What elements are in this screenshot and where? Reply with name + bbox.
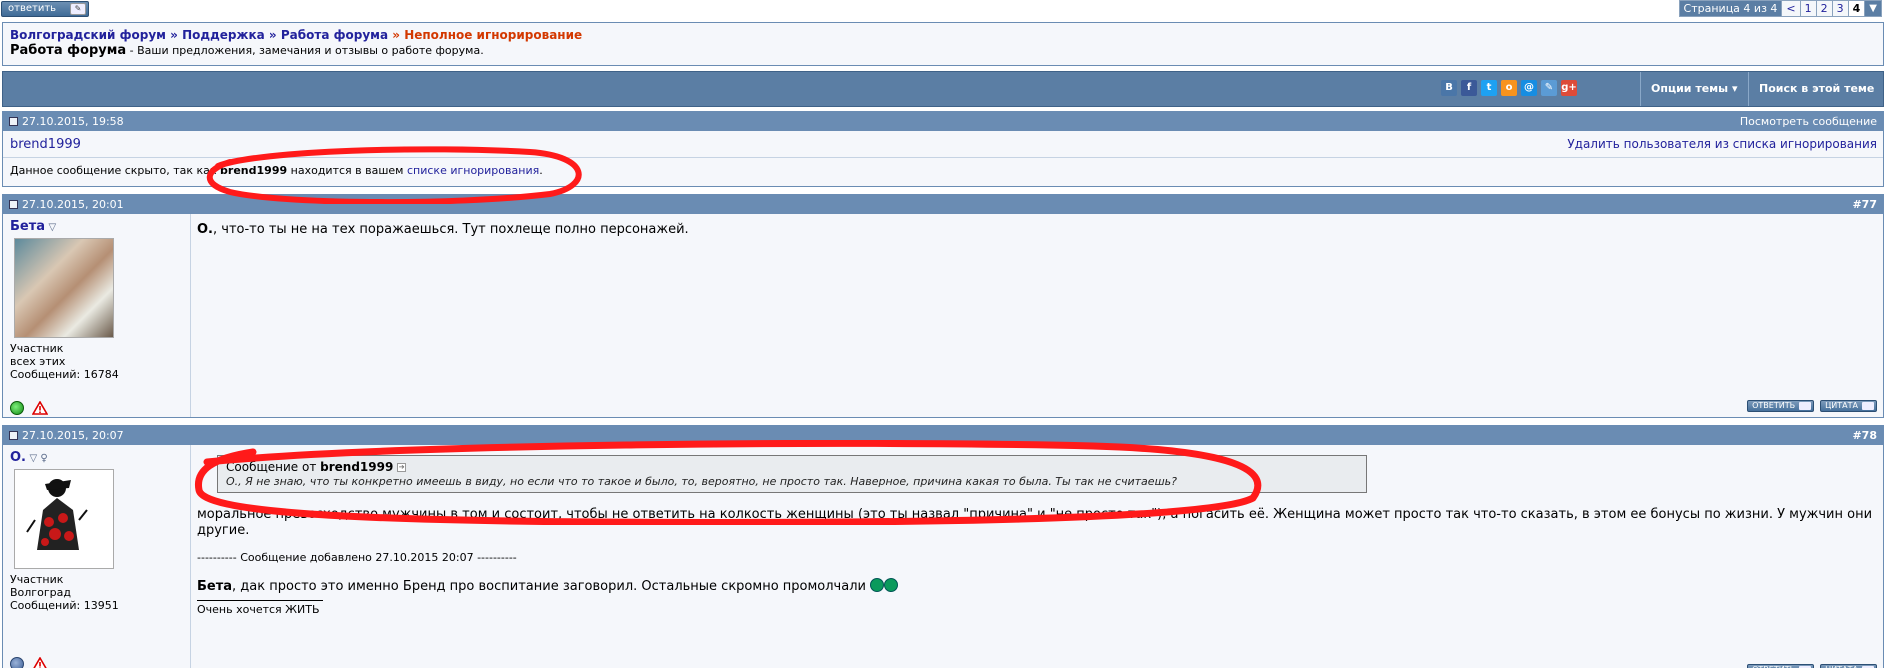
- page-label: Страница 4 из 4: [1679, 1, 1782, 16]
- username-link[interactable]: Бета: [10, 219, 45, 234]
- ignored-text-end: .: [539, 164, 543, 177]
- reply-thread-label: ответить: [8, 3, 57, 14]
- odnoklassniki-share-icon[interactable]: o: [1501, 80, 1517, 96]
- mailru-share-icon[interactable]: @: [1521, 80, 1537, 96]
- breadcrumb-link-forum[interactable]: Работа форума: [281, 28, 388, 42]
- post-header: 27.10.2015, 20:01 #77: [3, 195, 1883, 214]
- avatar-image: [26, 479, 88, 550]
- post-content: Сообщение от brend1999 ➔ О., Я не знаю, …: [191, 445, 1883, 668]
- livejournal-share-icon[interactable]: ✎: [1541, 80, 1557, 96]
- post-date: 27.10.2015, 20:07: [22, 429, 124, 442]
- facebook-share-icon[interactable]: f: [1461, 80, 1477, 96]
- reply-icon: ✎: [70, 3, 86, 15]
- page-link-3[interactable]: 3: [1831, 1, 1848, 16]
- mention-bold: Бета: [197, 579, 233, 594]
- user-location: Волгоград: [10, 586, 71, 599]
- ignored-message: Данное сообщение скрыто, так как brend19…: [3, 158, 1883, 184]
- ignored-user-row: brend1999 Удалить пользователя из списка…: [3, 131, 1883, 158]
- post-header: 27.10.2015, 19:58 Посмотреть сообщение: [3, 112, 1883, 131]
- user-info: О. ▽ ♀ Участник Волгоград Сообщений: 139…: [3, 445, 191, 668]
- smiley-icon: [870, 578, 885, 592]
- quote-from-label: Сообщение от: [226, 460, 317, 474]
- ignored-text-middle: находится в вашем: [290, 164, 404, 177]
- reply-post-button[interactable]: ответить: [1747, 400, 1815, 412]
- breadcrumb-separator: »: [170, 28, 178, 42]
- thread-options-label: Опции темы: [1651, 82, 1729, 95]
- chevron-down-icon: ▾: [1731, 82, 1738, 95]
- page-link-1[interactable]: 1: [1799, 1, 1816, 16]
- merged-post-notice: ---------- Сообщение добавлено 27.10.201…: [197, 551, 517, 564]
- prev-page-link[interactable]: <: [1781, 1, 1800, 16]
- post-icon: [9, 200, 18, 209]
- thread-options-button[interactable]: Опции темы ▾: [1640, 72, 1748, 106]
- post-78: 27.10.2015, 20:07 #78 О. ▽ ♀ Участник Во…: [2, 425, 1884, 668]
- post-text: , что-то ты не на тех поражаешься. Тут п…: [213, 222, 689, 237]
- avatar[interactable]: [14, 238, 114, 338]
- breadcrumb: Волгоградский форум » Поддержка » Работа…: [2, 22, 1884, 66]
- ignored-username[interactable]: brend1999: [10, 137, 81, 152]
- post-header: 27.10.2015, 20:07 #78: [3, 426, 1883, 445]
- report-warning-icon[interactable]: [32, 401, 48, 415]
- reply-thread-button[interactable]: ответить ✎: [1, 1, 89, 17]
- page-title: Работа форума: [10, 43, 127, 58]
- ignored-text-before: Данное сообщение скрыто, так как: [10, 164, 217, 177]
- search-thread-label: Поиск в этой теме: [1759, 82, 1875, 95]
- avatar[interactable]: [14, 469, 114, 569]
- reply-post-button[interactable]: ответить: [1747, 664, 1815, 668]
- username-link[interactable]: О.: [10, 450, 26, 465]
- signature: Очень хочется ЖИТЬ: [197, 600, 323, 616]
- post-date: 27.10.2015, 20:01: [22, 198, 124, 211]
- post-text: моральное превосходство мужчины в том и …: [197, 507, 1873, 538]
- post-icon: [9, 117, 18, 126]
- post-text-2: , дак просто это именно Бренд про воспит…: [232, 579, 866, 594]
- ignored-post: 27.10.2015, 19:58 Посмотреть сообщение b…: [2, 111, 1884, 187]
- breadcrumb-separator: »: [268, 28, 277, 42]
- post-number-link[interactable]: #78: [1852, 426, 1877, 445]
- page-menu-chevron-down-icon[interactable]: ▼: [1864, 1, 1881, 16]
- user-rank: Участник: [10, 342, 64, 355]
- view-quoted-post-icon[interactable]: ➔: [397, 463, 407, 472]
- ignored-text-user: brend1999: [220, 164, 288, 177]
- quote-post-button[interactable]: цитата: [1820, 664, 1877, 668]
- quote-text: О., Я не знаю, что ты конкретно имеешь в…: [226, 475, 1177, 488]
- twitter-share-icon[interactable]: t: [1481, 80, 1497, 96]
- remove-from-ignore-link[interactable]: Удалить пользователя из списка игнориров…: [1567, 131, 1877, 158]
- forum-description: - Ваши предложения, замечания и отзывы о…: [129, 44, 484, 57]
- pagination: Страница 4 из 4 < 1 2 3 4 ▼: [1678, 0, 1882, 17]
- user-info: Бета ▽ Участник всех этих Сообщений: 167…: [3, 214, 191, 417]
- ignore-list-link[interactable]: списке игнорирования: [407, 164, 539, 177]
- post-number-link[interactable]: #77: [1852, 195, 1877, 214]
- user-post-count: Сообщений: 13951: [10, 599, 119, 612]
- user-location: всех этих: [10, 355, 66, 368]
- share-icons: Вf t o @ ✎ g+: [1441, 80, 1577, 96]
- breadcrumb-link-home[interactable]: Волгоградский форум: [10, 28, 166, 42]
- user-rank: Участник: [10, 573, 64, 586]
- current-page: 4: [1847, 1, 1865, 16]
- quote-block: Сообщение от brend1999 ➔ О., Я не знаю, …: [217, 455, 1367, 493]
- smiley-icon: [884, 578, 899, 592]
- breadcrumb-separator: »: [392, 28, 401, 42]
- breadcrumb-link-support[interactable]: Поддержка: [182, 28, 265, 42]
- page-link-2[interactable]: 2: [1815, 1, 1832, 16]
- quote-author: brend1999: [320, 460, 394, 474]
- top-bar: ответить ✎ Страница 4 из 4 < 1 2 3 4 ▼: [0, 0, 1888, 18]
- thread-toolbar: Вf t o @ ✎ g+ Опции темы ▾ Поиск в этой теме …: [2, 71, 1885, 129]
- view-post-link[interactable]: Посмотреть сообщение: [1740, 112, 1877, 131]
- post-77: 27.10.2015, 20:01 #77 Бета ▽ Участник вс…: [2, 194, 1884, 418]
- user-menu-icon[interactable]: ▽ ♀: [30, 453, 48, 464]
- googleplus-share-icon[interactable]: g+: [1561, 80, 1577, 96]
- report-warning-icon[interactable]: [32, 657, 48, 668]
- post-date: 27.10.2015, 19:58: [22, 115, 124, 128]
- mention-bold: О.: [197, 222, 213, 237]
- post-content: О., что-то ты не на тех поражаешься. Тут…: [191, 214, 1883, 417]
- quote-post-button[interactable]: цитата: [1820, 400, 1877, 412]
- user-menu-icon[interactable]: ▽: [49, 222, 57, 233]
- vk-share-icon[interactable]: В: [1441, 80, 1457, 96]
- online-status-icon: [10, 401, 24, 415]
- search-thread-button[interactable]: Поиск в этой теме ▾: [1748, 72, 1885, 129]
- post-icon: [9, 431, 18, 440]
- offline-status-icon: [10, 657, 24, 668]
- breadcrumb-current: Неполное игнорирование: [404, 28, 583, 42]
- user-post-count: Сообщений: 16784: [10, 368, 119, 381]
